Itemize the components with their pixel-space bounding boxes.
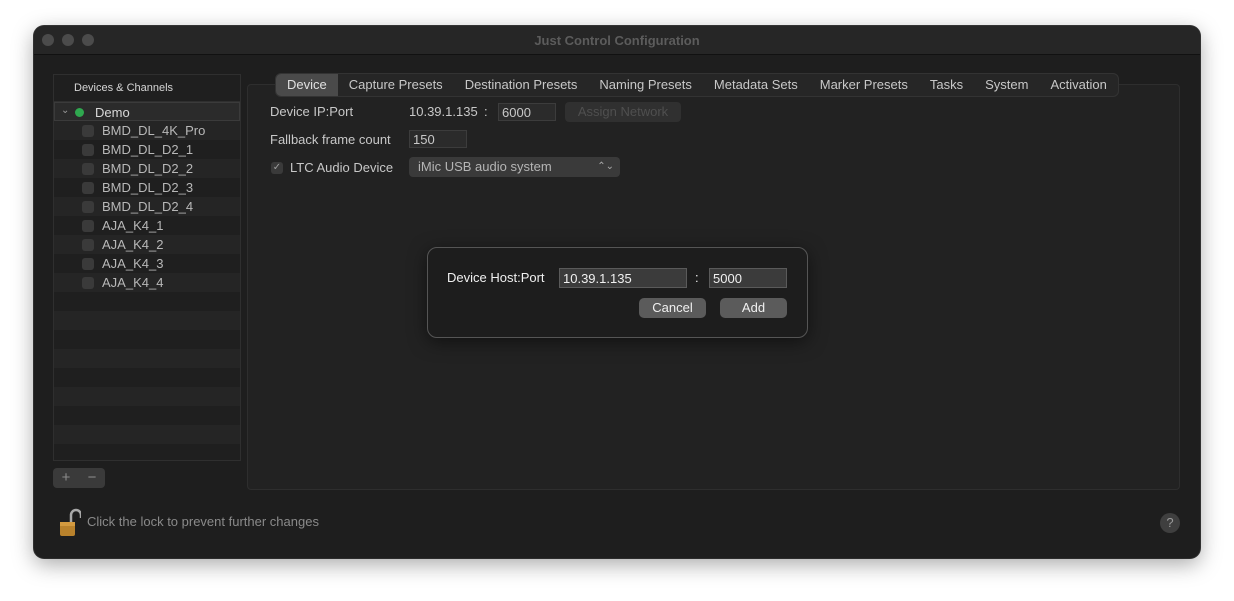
ltc-audio-device-value: iMic USB audio system (418, 159, 552, 174)
channel-row[interactable]: BMD_DL_D2_3 (54, 178, 240, 197)
channel-row[interactable]: AJA_K4_2 (54, 235, 240, 254)
tab-destination-presets[interactable]: Destination Presets (454, 74, 589, 96)
tab-naming-presets[interactable]: Naming Presets (588, 74, 702, 96)
channel-label: AJA_K4_1 (102, 218, 164, 233)
lock-icon[interactable] (59, 508, 81, 538)
status-dot (75, 108, 84, 117)
device-label: Demo (95, 105, 130, 120)
help-icon[interactable]: ? (1160, 513, 1180, 533)
title-bar: Just Control Configuration (34, 26, 1200, 55)
tab-capture-presets[interactable]: Capture Presets (338, 74, 454, 96)
channel-label: BMD_DL_4K_Pro (102, 123, 206, 138)
channel-row[interactable]: BMD_DL_D2_2 (54, 159, 240, 178)
add-button[interactable]: Add (720, 298, 787, 318)
device-row-demo[interactable]: ⌄ Demo (54, 102, 240, 121)
main-window: Just Control Configuration Devices & Cha… (34, 26, 1200, 558)
empty-row (54, 311, 240, 330)
cancel-button[interactable]: Cancel (639, 298, 706, 318)
channel-label: BMD_DL_D2_3 (102, 180, 194, 195)
empty-row (54, 444, 240, 463)
lock-hint-text: Click the lock to prevent further change… (87, 514, 319, 529)
tab-activation[interactable]: Activation (1039, 74, 1117, 96)
channel-checkbox[interactable] (82, 182, 94, 194)
tab-system[interactable]: System (974, 74, 1039, 96)
popup-arrows-icon: ⌃⌄ (597, 161, 614, 172)
devices-sidebar: Devices & Channels ⌄ Demo BMD_DL_4K_Pro … (53, 74, 241, 461)
window-title: Just Control Configuration (534, 33, 700, 48)
channel-checkbox[interactable] (82, 220, 94, 232)
channel-checkbox[interactable] (82, 277, 94, 289)
channel-checkbox[interactable] (82, 239, 94, 251)
empty-row (54, 425, 240, 444)
channel-checkbox[interactable] (82, 201, 94, 213)
device-port-field[interactable]: 6000 (498, 103, 556, 121)
empty-row (54, 406, 240, 425)
sidebar-header: Devices & Channels (54, 75, 240, 102)
channel-row[interactable]: BMD_DL_D2_1 (54, 140, 240, 159)
channel-checkbox[interactable] (82, 163, 94, 175)
channel-label: AJA_K4_4 (102, 275, 164, 290)
empty-row (54, 349, 240, 368)
tab-tasks[interactable]: Tasks (919, 74, 974, 96)
channel-checkbox[interactable] (82, 125, 94, 137)
empty-row (54, 292, 240, 311)
channel-row[interactable]: BMD_DL_D2_4 (54, 197, 240, 216)
tab-marker-presets[interactable]: Marker Presets (809, 74, 919, 96)
ltc-audio-checkbox[interactable]: ✓ (271, 162, 283, 174)
fallback-frame-count-label: Fallback frame count (270, 132, 391, 147)
tab-device[interactable]: Device (276, 74, 338, 96)
channel-checkbox[interactable] (82, 144, 94, 156)
channel-label: BMD_DL_D2_1 (102, 142, 194, 157)
chevron-down-icon[interactable]: ⌄ (61, 105, 69, 116)
empty-row (54, 330, 240, 349)
device-ip-value: 10.39.1.135 (409, 104, 478, 119)
channel-label: BMD_DL_D2_4 (102, 199, 194, 214)
device-list: ⌄ Demo BMD_DL_4K_Pro BMD_DL_D2_1 BMD_DL_… (54, 102, 240, 463)
device-ip-label: Device IP:Port (270, 104, 354, 119)
assign-network-button[interactable]: Assign Network (565, 102, 681, 122)
channel-row[interactable]: AJA_K4_1 (54, 216, 240, 235)
tab-metadata-sets[interactable]: Metadata Sets (703, 74, 809, 96)
channel-label: AJA_K4_3 (102, 256, 164, 271)
channel-label: AJA_K4_2 (102, 237, 164, 252)
checkmark-icon: ✓ (272, 162, 282, 173)
add-device-dialog: Device Host:Port 10.39.1.135 : 5000 Canc… (427, 247, 808, 338)
empty-row (54, 368, 240, 387)
ip-port-separator: : (484, 104, 488, 119)
tab-bar: Device Capture Presets Destination Prese… (275, 73, 1119, 97)
fallback-frame-count-field[interactable]: 150 (409, 130, 467, 148)
device-port-dialog-field[interactable]: 5000 (709, 268, 787, 288)
channel-row[interactable]: AJA_K4_4 (54, 273, 240, 292)
add-device-button[interactable]: + (53, 468, 79, 488)
empty-row (54, 387, 240, 406)
channel-row[interactable]: BMD_DL_4K_Pro (54, 121, 240, 140)
channel-checkbox[interactable] (82, 258, 94, 270)
ltc-audio-device-select[interactable]: iMic USB audio system ⌃⌄ (409, 157, 620, 177)
remove-device-button[interactable]: − (79, 468, 105, 488)
channel-row[interactable]: AJA_K4_3 (54, 254, 240, 273)
ltc-audio-label: LTC Audio Device (290, 160, 394, 175)
channel-label: BMD_DL_D2_2 (102, 161, 194, 176)
add-remove-control: + − (53, 468, 105, 488)
device-host-field[interactable]: 10.39.1.135 (559, 268, 687, 288)
device-host-port-label: Device Host:Port (447, 270, 545, 285)
host-port-separator: : (695, 270, 699, 285)
